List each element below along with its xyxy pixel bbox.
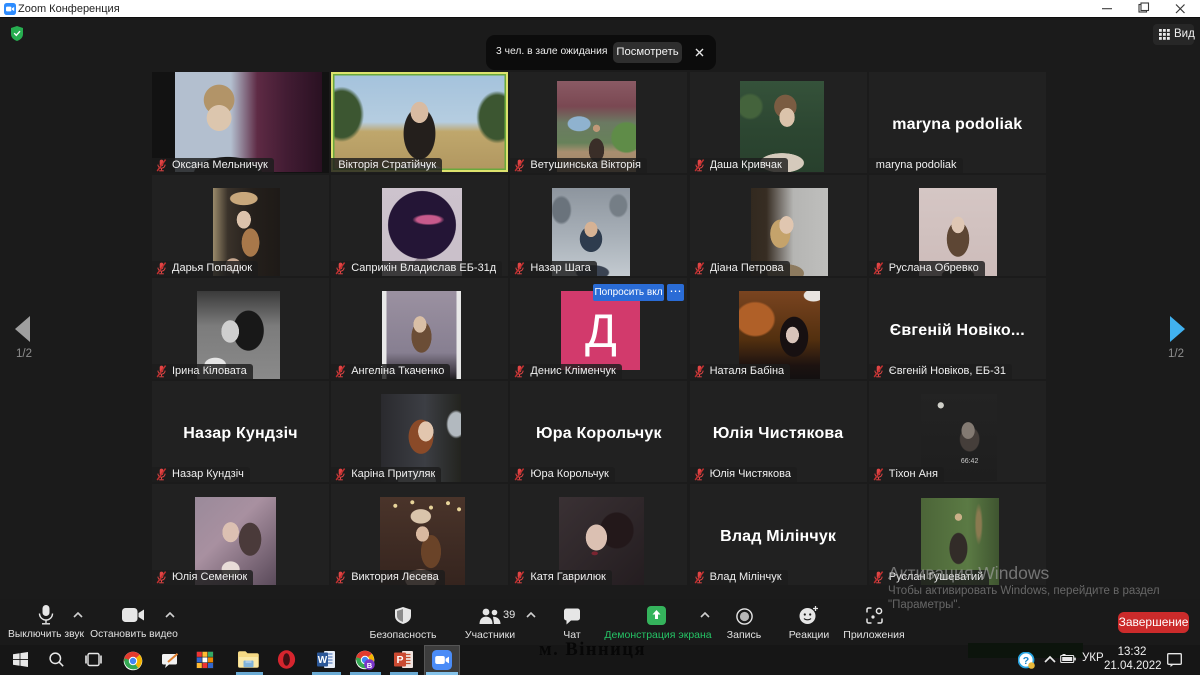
svg-text:P: P (396, 654, 403, 666)
svg-text:B: B (367, 661, 373, 670)
svg-text:W: W (318, 655, 328, 666)
